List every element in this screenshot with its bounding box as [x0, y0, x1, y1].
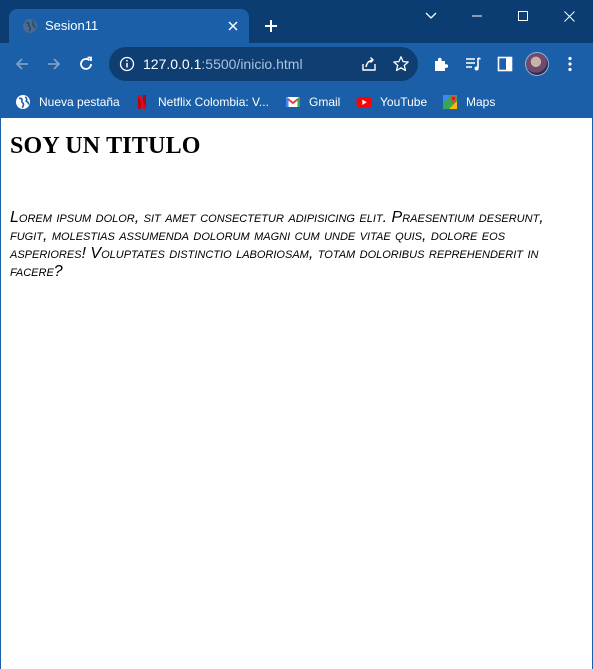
tab-close-button[interactable] [225, 18, 241, 34]
share-icon[interactable] [360, 55, 378, 73]
puzzle-icon [435, 57, 449, 71]
new-tab-button[interactable] [259, 14, 283, 38]
globe-icon [23, 19, 37, 33]
minimize-icon [472, 15, 482, 17]
url-path: :5500/inicio.html [201, 56, 303, 72]
close-icon [228, 21, 238, 31]
page-title: SOY UN TITULO [10, 133, 201, 159]
maximize-icon [518, 11, 528, 21]
chevron-down-icon [425, 12, 437, 19]
tab-active[interactable]: Sesion11 [9, 9, 249, 43]
youtube-icon [356, 97, 372, 108]
bookmark-label: YouTube [380, 95, 428, 109]
tab-strip: Sesion11 [0, 0, 593, 43]
playlist-icon [466, 57, 481, 71]
page-viewport: SOY UN TITULO Lorem ipsum dolor, sit ame… [0, 118, 593, 669]
tab-search-button[interactable] [408, 0, 454, 32]
forward-button[interactable] [42, 52, 66, 76]
maps-icon [443, 95, 457, 109]
back-button[interactable] [10, 52, 34, 76]
menu-button[interactable] [558, 52, 582, 76]
arrow-left-icon [15, 58, 28, 70]
bookmark-label: Gmail [309, 95, 341, 109]
side-panel-button[interactable] [493, 52, 517, 76]
window-close-button[interactable] [546, 0, 592, 32]
gmail-icon [285, 96, 301, 107]
bookmark-youtube[interactable]: YouTube [356, 91, 427, 113]
browser-window: Sesion11 127.0.0.1:5500/inicio.html Nuev… [0, 0, 593, 669]
bookmark-gmail[interactable]: Gmail [285, 91, 340, 113]
url-text: 127.0.0.1:5500/inicio.html [143, 56, 303, 72]
bookmarks-bar: Nueva pestaña Netflix Colombia: V... Gma… [0, 86, 593, 118]
extensions-button[interactable] [429, 52, 453, 76]
bookmark-netflix[interactable]: Netflix Colombia: V... [134, 91, 269, 113]
side-panel-icon [497, 56, 513, 72]
reload-icon [80, 56, 92, 70]
profile-button[interactable] [525, 52, 549, 76]
star-icon[interactable] [392, 55, 410, 73]
maximize-button[interactable] [500, 0, 546, 32]
close-icon [563, 10, 575, 22]
minimize-button[interactable] [454, 0, 500, 32]
bookmark-maps[interactable]: Maps [442, 91, 495, 113]
kebab-menu-icon [568, 56, 572, 72]
bookmark-nueva-pestana[interactable]: Nueva pestaña [15, 91, 120, 113]
tab-title: Sesion11 [45, 18, 99, 33]
bookmark-label: Netflix Colombia: V... [158, 95, 269, 109]
toolbar: 127.0.0.1:5500/inicio.html [0, 43, 593, 86]
reload-button[interactable] [74, 52, 98, 76]
netflix-icon [138, 95, 146, 109]
arrow-right-icon [48, 58, 61, 70]
avatar [525, 52, 549, 76]
bookmark-label: Maps [466, 95, 496, 109]
bookmark-label: Nueva pestaña [39, 95, 120, 109]
url-host: 127.0.0.1 [143, 56, 202, 72]
media-control-button[interactable] [461, 52, 485, 76]
plus-icon [265, 20, 277, 32]
globe-icon [16, 95, 30, 109]
info-icon[interactable] [119, 56, 135, 72]
address-bar[interactable]: 127.0.0.1:5500/inicio.html [109, 47, 418, 81]
page-paragraph: Lorem ipsum dolor, sit amet consectetur … [10, 209, 544, 280]
